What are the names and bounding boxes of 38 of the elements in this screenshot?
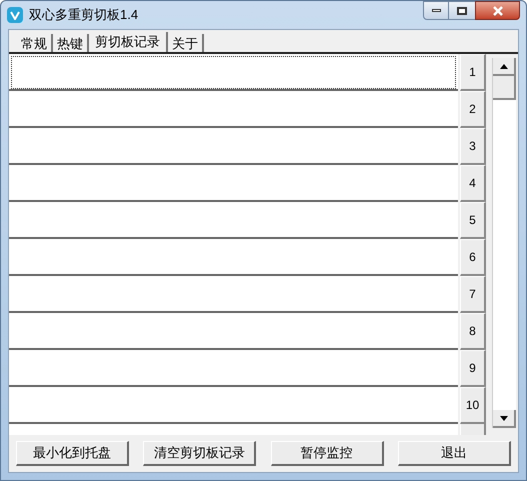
action-button[interactable]: 暂停监控: [270, 441, 384, 466]
clip-field[interactable]: [9, 313, 458, 350]
action-button[interactable]: 清空剪切板记录: [143, 441, 256, 466]
maximize-icon: [457, 6, 467, 14]
clip-field[interactable]: [9, 276, 458, 313]
app-icon: [7, 7, 23, 23]
slot-button[interactable]: 8: [460, 313, 486, 350]
slot-button[interactable]: 4: [460, 165, 486, 202]
minimize-button[interactable]: [423, 1, 449, 20]
clip-field[interactable]: [9, 91, 458, 128]
clip-field[interactable]: [9, 387, 458, 424]
scrollbar[interactable]: [492, 58, 516, 428]
tab[interactable]: 常规: [17, 34, 53, 52]
action-button[interactable]: 最小化到托盘: [16, 441, 129, 466]
close-button[interactable]: [475, 1, 520, 20]
slot-button[interactable]: 7: [460, 276, 486, 313]
close-icon: [492, 6, 502, 16]
clip-field[interactable]: [9, 128, 458, 165]
action-button[interactable]: 退出: [398, 441, 511, 466]
slot-button[interactable]: 1: [460, 54, 486, 91]
tab[interactable]: 关于: [168, 34, 204, 52]
minimize-icon: [432, 9, 440, 12]
scroll-up-icon[interactable]: [493, 58, 516, 76]
slot-button[interactable]: 2: [460, 91, 486, 128]
window-title: 双心多重剪切板1.4: [29, 6, 138, 24]
clip-field[interactable]: [9, 350, 458, 387]
scroll-down-icon[interactable]: [493, 410, 516, 428]
slot-button[interactable]: 10: [460, 387, 486, 424]
slot-button[interactable]: 5: [460, 202, 486, 239]
clip-field[interactable]: [9, 202, 458, 239]
scroll-thumb[interactable]: [493, 76, 516, 100]
clip-field[interactable]: [9, 54, 458, 91]
maximize-button[interactable]: [449, 1, 475, 20]
clip-field[interactable]: [9, 239, 458, 276]
clip-field[interactable]: [9, 165, 458, 202]
slot-button[interactable]: 9: [460, 350, 486, 387]
slot-button[interactable]: 3: [460, 128, 486, 165]
slot-button[interactable]: 6: [460, 239, 486, 276]
